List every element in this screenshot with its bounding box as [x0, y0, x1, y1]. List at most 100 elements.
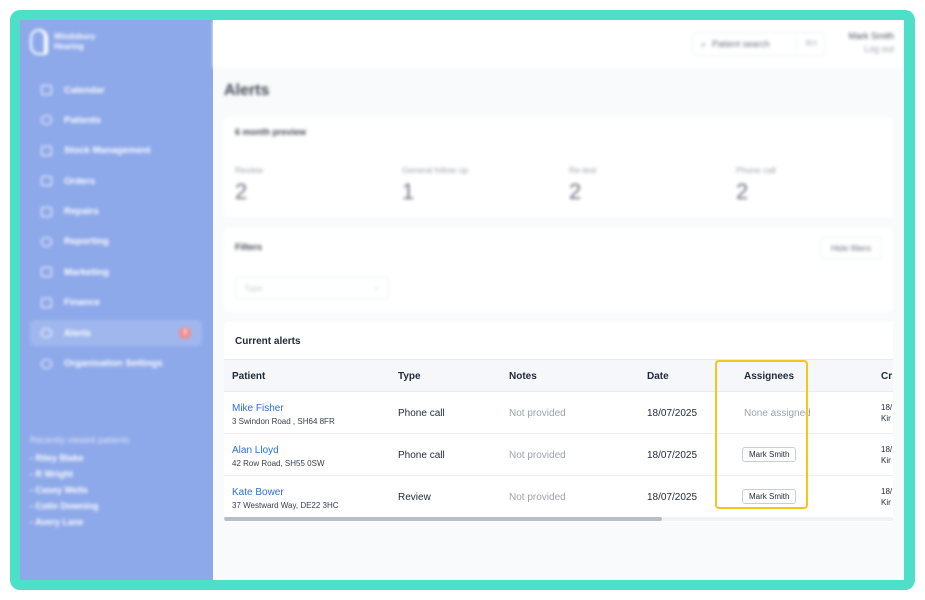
patient-address: 42 Row Road, SH55 0SW [232, 459, 325, 468]
sidebar: Windsbury Hearing Calendar Patients Stoc… [20, 20, 213, 580]
clipboard-icon [41, 176, 52, 187]
created-by: Kir [881, 456, 891, 465]
column-header-notes[interactable]: Notes [509, 371, 537, 382]
recent-patients-title: Recently viewed patients [30, 435, 130, 445]
recent-patient-link[interactable]: - Riley Blake [30, 450, 130, 466]
alert-type: Phone call [398, 408, 445, 419]
box-icon [41, 145, 52, 156]
alert-date: 18/07/2025 [647, 408, 698, 419]
column-header-type[interactable]: Type [398, 371, 421, 382]
sidebar-item-reporting[interactable]: Reporting [30, 229, 202, 255]
stat-general-follow-up: General follow up 1 [402, 165, 469, 204]
created-date: 18/ [881, 403, 893, 412]
stat-review: Review 2 [235, 165, 263, 204]
alert-notes: Not provided [509, 450, 566, 461]
sidebar-item-label: Organisation Settings [64, 358, 163, 370]
card-icon [41, 297, 52, 308]
table-row[interactable]: Kate Bower 37 Westward Way, DE22 3HC Rev… [224, 476, 893, 518]
column-header-assignees[interactable]: Assignees [744, 371, 794, 382]
created-by: Kir [881, 498, 891, 507]
sidebar-item-label: Calendar [64, 84, 105, 96]
sidebar-item-label: Marketing [64, 266, 109, 278]
sidebar-nav: Calendar Patients Stock Management Order… [30, 77, 202, 381]
current-alerts-card: Current alerts Patient Type Notes Date A… [224, 322, 893, 522]
patient-name-link[interactable]: Alan Lloyd [232, 445, 279, 456]
alert-type: Phone call [398, 450, 445, 461]
brand-name-line1: Windsbury [54, 32, 96, 41]
chevron-down-icon: ⌄ [373, 283, 380, 292]
recent-patient-link[interactable]: - Avery Lane [30, 514, 130, 530]
sidebar-item-stock-management[interactable]: Stock Management [30, 138, 202, 164]
sidebar-item-label: Patients [64, 114, 101, 126]
created-by: Kir [881, 414, 891, 423]
user-icon [41, 115, 52, 126]
mail-icon [41, 267, 52, 278]
ear-logo-icon [30, 29, 48, 55]
user-menu: Mark Smith Log out [848, 30, 894, 56]
preview-title: 6 month preview [235, 127, 307, 137]
sidebar-item-repairs[interactable]: Repairs [30, 199, 202, 225]
sidebar-item-marketing[interactable]: Marketing [30, 259, 202, 285]
search-shortcut: ⌘K [795, 37, 818, 51]
user-name: Mark Smith [848, 31, 894, 41]
sidebar-item-finance[interactable]: Finance [30, 290, 202, 316]
stat-re-test: Re-test 2 [569, 165, 597, 204]
filters-title: Filters [235, 242, 263, 252]
table-row[interactable]: Alan Lloyd 42 Row Road, SH55 0SW Phone c… [224, 434, 893, 476]
stat-phone-call: Phone call 2 [736, 165, 776, 204]
alert-notes: Not provided [509, 492, 566, 503]
hide-filters-button[interactable]: Hide filters [819, 237, 882, 259]
current-alerts-title: Current alerts [235, 336, 301, 347]
alert-notes: Not provided [509, 408, 566, 419]
patient-search-input[interactable]: ⌕ Patient search ⌘K [692, 32, 825, 56]
bell-icon [41, 328, 52, 339]
patient-address: 3 Swindon Road , SH64 8FR [232, 417, 335, 426]
table-header: Patient Type Notes Date Assignees Cr [224, 359, 893, 392]
recent-patient-link[interactable]: - R Wright [30, 466, 130, 482]
assignee-tag[interactable]: Mark Smith [742, 447, 797, 462]
page-title: Alerts [224, 82, 270, 99]
recent-patients: Recently viewed patients - Riley Blake -… [30, 432, 130, 530]
column-header-date[interactable]: Date [647, 371, 669, 382]
blurred-region: ⌕ Patient search ⌘K Mark Smith Log out A… [213, 20, 904, 312]
sidebar-item-organisation-settings[interactable]: Organisation Settings [30, 351, 202, 377]
alert-date: 18/07/2025 [647, 450, 698, 461]
gear-icon [41, 358, 52, 369]
main-content: ⌕ Patient search ⌘K Mark Smith Log out A… [213, 20, 904, 580]
type-filter-select[interactable]: Type ⌄ [235, 277, 389, 299]
app-window: Windsbury Hearing Calendar Patients Stoc… [20, 20, 904, 580]
created-date: 18/ [881, 487, 893, 496]
type-select-placeholder: Type [244, 283, 263, 293]
recent-patient-link[interactable]: - Colin Downing [30, 498, 130, 514]
alert-type: Review [398, 492, 431, 503]
filters-card: Filters Hide filters Type ⌄ [224, 228, 893, 312]
patient-name-link[interactable]: Kate Bower [232, 487, 284, 498]
sidebar-item-calendar[interactable]: Calendar [30, 77, 202, 103]
sidebar-item-label: Orders [64, 175, 96, 187]
table-row[interactable]: Mike Fisher 3 Swindon Road , SH64 8FR Ph… [224, 392, 893, 434]
sidebar-item-label: Alerts [64, 327, 91, 339]
brand-logo[interactable]: Windsbury Hearing [30, 29, 104, 55]
brand-name-line2: Hearing [54, 42, 84, 51]
sidebar-item-patients[interactable]: Patients [30, 107, 202, 133]
created-date: 18/ [881, 445, 893, 454]
assignee-tag[interactable]: Mark Smith [742, 489, 797, 504]
sidebar-item-alerts[interactable]: Alerts 3 [30, 320, 202, 347]
horizontal-scrollbar-thumb[interactable] [224, 517, 662, 521]
calendar-icon [41, 85, 52, 95]
patient-name-link[interactable]: Mike Fisher [232, 403, 284, 414]
search-placeholder: Patient search [712, 39, 770, 49]
alerts-count-badge: 3 [179, 327, 191, 340]
six-month-preview-card: 6 month preview Review 2 General follow … [224, 117, 893, 217]
sidebar-item-label: Stock Management [64, 145, 151, 157]
sidebar-item-orders[interactable]: Orders [30, 168, 202, 194]
assignee-empty: None assigned [744, 408, 811, 419]
recent-patient-link[interactable]: - Casey Wells [30, 482, 130, 498]
patient-address: 37 Westward Way, DE22 3HC [232, 501, 339, 510]
column-header-patient[interactable]: Patient [232, 371, 265, 382]
logout-link[interactable]: Log out [848, 43, 894, 56]
wrench-icon [41, 206, 52, 217]
pie-chart-icon [41, 236, 52, 247]
search-icon: ⌕ [701, 38, 707, 49]
column-header-created[interactable]: Cr [881, 371, 892, 382]
